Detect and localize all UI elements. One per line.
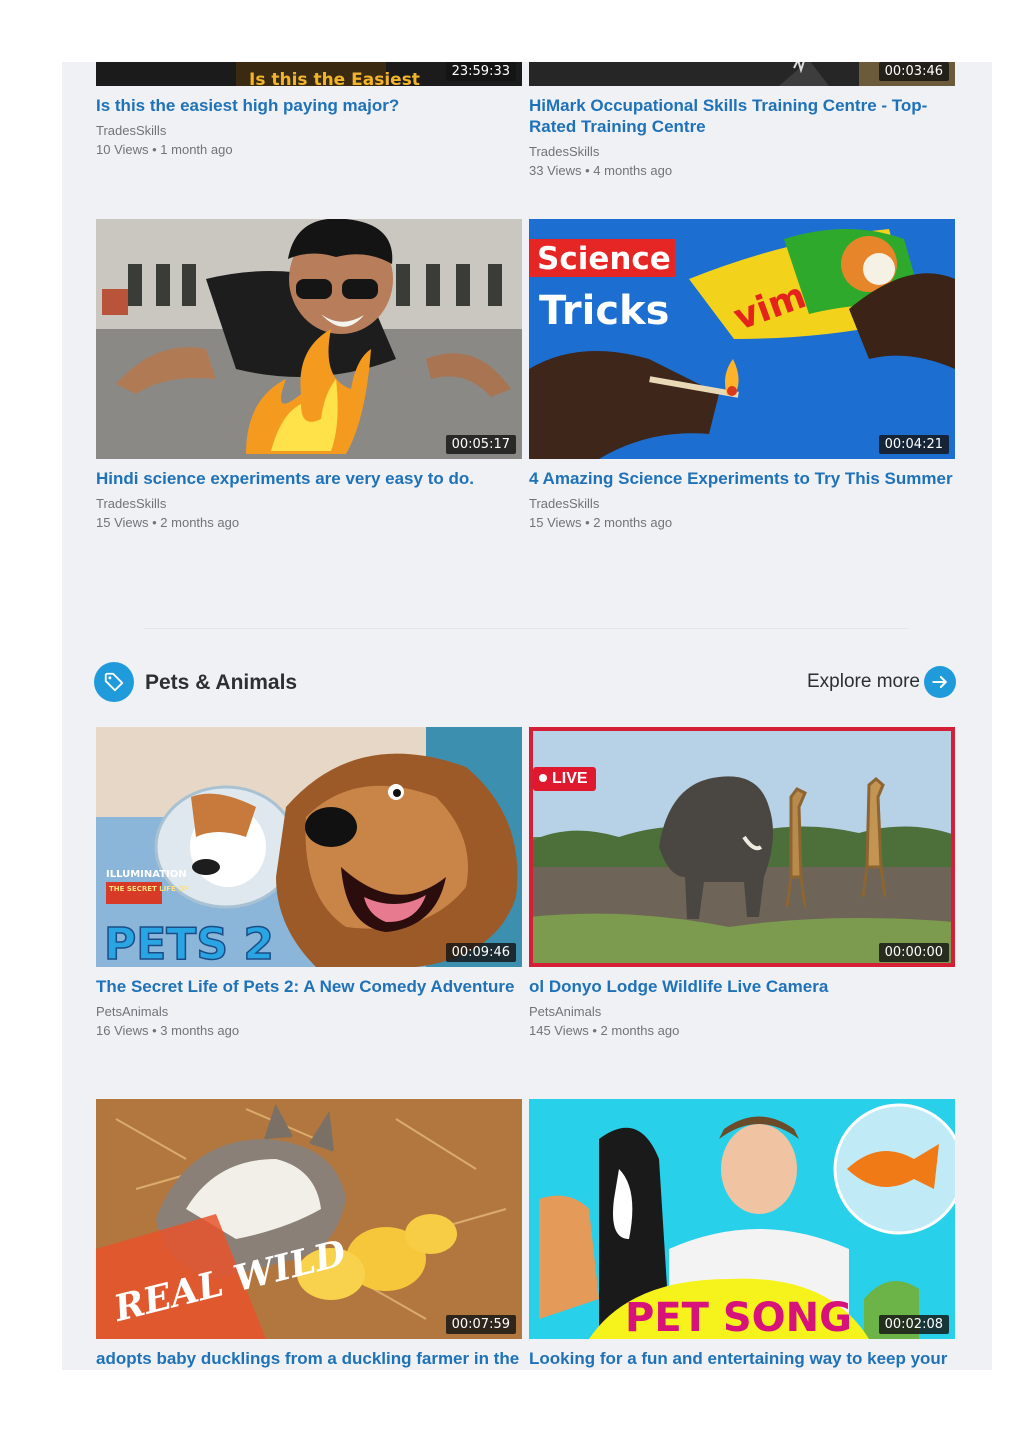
video-title[interactable]: adopts baby ducklings from a duckling fa… [96, 1348, 522, 1369]
duration-badge: 00:03:46 [878, 62, 949, 81]
section-divider [144, 628, 908, 629]
thumbnail-image: Science Tricks vim [529, 219, 955, 459]
video-thumbnail[interactable]: Is this the Easiest 23:59:33 [96, 62, 522, 86]
video-feed-panel: Is this the Easiest 23:59:33 Is this the… [62, 62, 992, 1370]
video-thumbnail[interactable]: Science Tricks vim 00:04:21 [529, 219, 955, 459]
video-card[interactable]: 00:03:46 HiMark Occupational Skills Trai… [529, 62, 955, 180]
video-card[interactable]: Science Tricks vim 00:04:21 4 Amazing Sc… [529, 219, 955, 532]
channel-name[interactable]: TradesSkills [529, 495, 955, 513]
duration-badge: 00:05:17 [445, 435, 516, 454]
thumb-caption: Tricks [539, 288, 669, 334]
channel-name[interactable]: TradesSkills [96, 495, 522, 513]
video-title[interactable]: Is this the easiest high paying major? [96, 95, 522, 116]
section-title: Pets & Animals [145, 671, 298, 694]
video-card[interactable]: 00:05:17 Hindi science experiments are v… [96, 219, 522, 532]
thumb-caption: ILLUMINATION [106, 869, 187, 880]
live-badge: LIVE [533, 767, 596, 791]
video-meta: 10 Views • 1 month ago [96, 142, 233, 157]
video-title[interactable]: 4 Amazing Science Experiments to Try Thi… [529, 468, 955, 489]
section-header: Pets & Animals Explore more [94, 661, 956, 703]
video-meta: 15 Views • 2 months ago [529, 515, 673, 530]
explore-more-label[interactable]: Explore more [807, 671, 920, 693]
thumb-caption: Is this the Easiest [249, 70, 420, 86]
thumbnail-image: REAL WILD [96, 1099, 522, 1339]
video-card[interactable]: Is this the Easiest 23:59:33 Is this the… [96, 62, 522, 159]
channel-name[interactable]: TradesSkills [96, 122, 522, 140]
video-thumbnail[interactable]: 00:05:17 [96, 219, 522, 459]
video-thumbnail[interactable]: LIVE 00:00:00 [529, 727, 955, 967]
thumb-caption: THE SECRET LIFE OF [109, 885, 189, 893]
thumb-caption: PET SONG [625, 1295, 852, 1339]
duration-badge: 00:07:59 [445, 1315, 516, 1334]
video-meta: 33 Views • 4 months ago [529, 163, 673, 178]
channel-name[interactable]: PetsAnimals [529, 1003, 955, 1021]
video-thumbnail[interactable]: 00:03:46 [529, 62, 955, 86]
thumbnail-image [529, 727, 955, 967]
explore-more-link[interactable]: Explore more [807, 666, 956, 698]
live-label: LIVE [552, 770, 588, 787]
tag-icon [94, 662, 134, 702]
video-meta: 15 Views • 2 months ago [96, 515, 240, 530]
thumb-caption: PETS 2 [104, 919, 274, 967]
duration-badge: 00:00:00 [878, 943, 949, 962]
thumbnail-image: PET SONG [529, 1099, 955, 1339]
video-thumbnail[interactable]: PET SONG 00:02:08 [529, 1099, 955, 1339]
arrow-right-icon[interactable] [924, 666, 956, 698]
video-thumbnail[interactable]: REAL WILD 00:07:59 [96, 1099, 522, 1339]
video-title[interactable]: HiMark Occupational Skills Training Cent… [529, 95, 955, 137]
video-card[interactable]: PET SONG 00:02:08 Looking for a fun and … [529, 1099, 955, 1369]
video-meta: 16 Views • 3 months ago [96, 1023, 240, 1038]
video-title[interactable]: ol Donyo Lodge Wildlife Live Camera [529, 976, 955, 997]
channel-name[interactable]: PetsAnimals [96, 1003, 522, 1021]
video-title[interactable]: The Secret Life of Pets 2: A New Comedy … [96, 976, 522, 997]
thumb-caption: Science [537, 241, 671, 277]
duration-badge: 00:09:46 [445, 943, 516, 962]
thumbnail-image [96, 219, 522, 459]
video-title[interactable]: Hindi science experiments are very easy … [96, 468, 522, 489]
video-title[interactable]: Looking for a fun and entertaining way t… [529, 1348, 955, 1369]
video-card[interactable]: ILLUMINATION THE SECRET LIFE OF PETS 2 0… [96, 727, 522, 1040]
video-card[interactable]: REAL WILD 00:07:59 adopts baby ducklings… [96, 1099, 522, 1369]
video-card[interactable]: LIVE 00:00:00 ol Donyo Lodge Wildlife Li… [529, 727, 955, 1040]
thumbnail-image: ILLUMINATION THE SECRET LIFE OF PETS 2 [96, 727, 522, 967]
channel-name[interactable]: TradesSkills [529, 143, 955, 161]
duration-badge: 00:04:21 [878, 435, 949, 454]
video-thumbnail[interactable]: ILLUMINATION THE SECRET LIFE OF PETS 2 0… [96, 727, 522, 967]
video-meta: 145 Views • 2 months ago [529, 1023, 680, 1038]
duration-badge: 00:02:08 [878, 1315, 949, 1334]
duration-badge: 23:59:33 [445, 62, 516, 81]
